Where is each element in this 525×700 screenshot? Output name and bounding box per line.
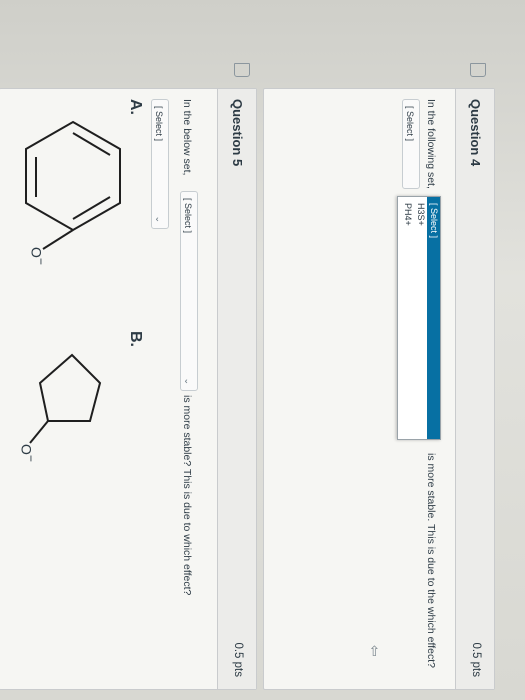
question-4-title: Question 4 [468,99,483,167]
structure-a-label: A. [127,99,144,115]
question-5-title: Question 5 [230,99,245,167]
question-5-effect-select[interactable]: [ Select ] ⌄ [151,99,169,229]
question-icon [470,63,486,77]
structure-b-label: B. [127,331,144,347]
question-4-points: 0.5 pts [470,642,482,677]
rotated-screen: Question 4 0.5 pts In the following set,… [0,0,525,700]
question-4-after-text: is more stable. This is due to the which… [425,453,437,668]
chevron-down-icon: ⌄ [154,215,164,223]
question-4-header: Question 4 0.5 pts [455,63,494,689]
question-5-card: Question 5 0.5 pts In the below set, [ S… [0,63,257,690]
question-5-points: 0.5 pts [232,642,244,677]
question-4-prompt: In the following set, [425,99,437,189]
oxygen-a-symbol: O [28,247,45,258]
question-5-header: Question 5 0.5 pts [217,63,256,689]
oxygen-b-symbol: O [18,444,35,455]
dropdown-option-h3s[interactable]: H3S+ [414,197,427,439]
cyclopentoxide-structure [29,353,102,444]
oxygen-a-label: O− [28,247,48,265]
question-icon [234,63,250,77]
question-5-after-text: is more stable? This is due to which eff… [181,395,193,596]
question-5-set-select[interactable]: [ Select ] ⌄ [180,191,198,391]
phenoxide-structure [25,120,121,250]
charge-a-minus: − [34,257,48,265]
question-4-dropdown-list[interactable]: [ Select ] H3S+ PH4+ [397,196,441,440]
mouse-cursor-icon: ⇦ [367,645,383,657]
dropdown-option-ph4[interactable]: PH4+ [401,197,414,439]
question-4-card: Question 4 0.5 pts In the following set,… [263,63,495,690]
question-5-prompt: In the below set, [181,99,193,176]
dropdown-option-select[interactable]: [ Select ] [427,197,440,439]
oxygen-b-label: O− [18,444,38,462]
chevron-down-icon: ⌄ [183,377,193,385]
charge-b-minus: − [24,454,38,462]
question-4-effect-select[interactable]: [ Select ] [402,99,420,189]
